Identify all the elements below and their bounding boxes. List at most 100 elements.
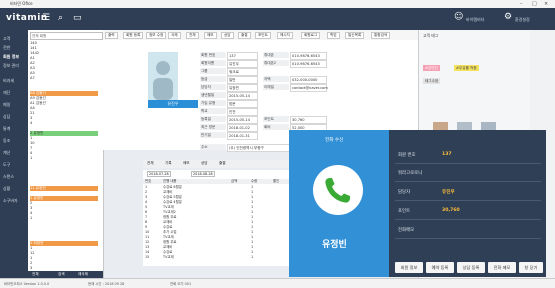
nav-item[interactable]: 스탠스 [3, 174, 14, 180]
monitor-icon[interactable]: ▭ [73, 14, 82, 23]
tag-chip[interactable]: #우유를 먹음 [454, 65, 479, 71]
field-value[interactable]: 일반 [227, 76, 258, 84]
tab-attendance[interactable]: 출결 [219, 161, 226, 166]
date-to-input[interactable]: 2018-08-28 [191, 171, 215, 177]
column-header: 진행 내용 [163, 179, 177, 183]
toolbar-button-send-list[interactable]: 발신목록 [345, 32, 365, 39]
list-item[interactable]: 4 [30, 121, 98, 126]
nav-item[interactable]: 동조 [3, 138, 10, 144]
status-calls: 전화 오기 001 [170, 282, 192, 286]
consult-register-button[interactable]: 상담 등록 [457, 262, 485, 273]
nav-item[interactable]: 상담 [3, 114, 10, 120]
toolbar-button-log[interactable]: 회원로그 [301, 32, 321, 39]
list-footer: 전체 검색 재삭제 [28, 271, 103, 278]
tab-memo[interactable]: 메모 [183, 161, 190, 166]
nav-item[interactable]: 메일 [3, 102, 10, 108]
contact-label: 회비 [263, 124, 289, 130]
column-header: 금액 [231, 179, 238, 183]
contact-value[interactable]: 010-9876-6543 [290, 52, 327, 60]
nav-item[interactable]: 전반 [3, 45, 10, 51]
nav-item[interactable]: 도구 [3, 162, 10, 168]
reservation-button[interactable]: 예약 등록 [426, 262, 454, 273]
toolbar-button-memo[interactable]: 메모 [204, 32, 217, 39]
nav-item[interactable]: 고객 [3, 36, 10, 42]
minimize-icon[interactable]: – [520, 1, 523, 7]
list-item[interactable]: 11 유정빈 [30, 186, 98, 191]
field-label: 회원이름 [200, 60, 226, 66]
field-value[interactable]: 유정빈 [227, 84, 258, 92]
field-label: 학교 [200, 108, 226, 114]
field-value[interactable]: 2018-01-02 [227, 124, 258, 132]
address-field[interactable]: (우) 인천광역시 부평구 [227, 144, 290, 152]
search-icon[interactable]: ⌕ [58, 14, 63, 23]
nav-item[interactable]: 소구바자 [3, 198, 18, 204]
settings-icon[interactable]: ⚙ [504, 13, 512, 22]
nav-item-member[interactable]: 회원 정보 [3, 54, 19, 60]
tab-record[interactable]: 기록 [165, 161, 172, 166]
list-footer-delete[interactable]: 재삭제 [78, 272, 88, 277]
table-row[interactable]: 15 TV교재 1 [143, 255, 293, 260]
toolbar-button-print[interactable]: 출력 [105, 32, 118, 39]
member-info-button[interactable]: 회원 정보 [395, 262, 423, 273]
history-tabs: 전체 기록 메모 상담 출결 [143, 160, 293, 168]
toolbar-button-delete[interactable]: 삭제 [168, 32, 181, 39]
list-footer-search[interactable]: 검색 [58, 272, 65, 277]
field-value[interactable]: 2015-05-14 [227, 92, 258, 100]
settings-label[interactable]: 환경설정 [515, 17, 530, 23]
tab-consult[interactable]: 상담 [201, 161, 208, 166]
user-name[interactable]: 바이템비타 [466, 17, 484, 23]
contact-label: 자택 [263, 76, 289, 82]
close-icon[interactable]: × [544, 1, 548, 7]
popup-title: 전화 수신 [325, 138, 344, 143]
field-value[interactable]: 2018-01-31 [227, 132, 258, 140]
toolbar-button-edit[interactable]: 정보 수정 [146, 32, 167, 39]
column-header: 번호 [145, 179, 152, 183]
user-icon[interactable]: ☺ [454, 13, 463, 22]
field-value[interactable]: 방문 [227, 100, 258, 108]
nav-item[interactable]: 통계 [3, 126, 10, 132]
window-title: 비타민 Ofice [10, 1, 33, 6]
field-label: 주소 [200, 144, 226, 150]
caller-name: 유정빈 [322, 240, 347, 250]
maximize-icon[interactable]: □ [532, 1, 537, 7]
contact-value[interactable]: 30,760 [290, 116, 327, 124]
toolbar-button-all[interactable]: 전체 [186, 32, 199, 39]
call-circle[interactable] [313, 165, 363, 215]
tag-chip[interactable]: #김민선 [423, 65, 440, 71]
toolbar-button-attendance[interactable]: 출결 [238, 32, 251, 39]
field-value[interactable]: 유진우 [227, 60, 258, 68]
history-table: 2018-07-28 2018-08-28 번호 진행 내용 금액 수량 할인 … [143, 170, 293, 266]
menu-icon[interactable]: ☰ [42, 14, 50, 23]
contact-value[interactable]: 032-000-0000 [290, 76, 327, 84]
field-value[interactable]: 인천 [227, 108, 258, 116]
toolbar-button-register[interactable]: 회원 등록 [123, 32, 144, 39]
field-value[interactable]: 워크로 [227, 68, 258, 76]
list-item[interactable]: 1 [30, 216, 98, 221]
nav-item[interactable]: 계산 [3, 150, 10, 156]
nav-item[interactable]: 재단 [3, 90, 10, 96]
list-footer-all[interactable]: 전체 [32, 272, 39, 277]
tab-all[interactable]: 전체 [147, 161, 154, 166]
avatar-icon [153, 61, 173, 100]
left-nav: 고객 전반 회원 정보 정보 관리 비과세 재단 메일 상담 통계 동조 계산 … [0, 30, 28, 278]
toolbar-button-message[interactable]: 메시지 [277, 32, 293, 39]
list-item[interactable]: 1 [30, 156, 98, 161]
field-label: 최근 방문 [200, 124, 226, 130]
field-value[interactable]: 2015-05-14 [227, 116, 258, 124]
nav-item[interactable]: 비과세 [3, 78, 14, 84]
toolbar-button-point[interactable]: 포인트 [255, 32, 271, 39]
toolbar-button-search[interactable]: 통합검색 [371, 32, 391, 39]
close-popup-button[interactable]: 창 닫기 [519, 262, 543, 273]
call-memo-button[interactable]: 전화 메모 [488, 262, 516, 273]
list-item[interactable]: A7 [30, 76, 98, 81]
tag-edit-button[interactable]: 태그수정 [423, 78, 441, 84]
nav-item[interactable]: 상황 [3, 186, 10, 192]
toolbar-button-consult[interactable]: 상담 [221, 32, 234, 39]
email-field[interactable]: contact@naver.com [290, 84, 328, 92]
member-filter-select[interactable]: 전체 회원 [30, 32, 103, 40]
nav-item[interactable]: 정보 관리 [3, 63, 19, 69]
toolbar-button-study[interactable]: 학업 [327, 32, 340, 39]
contact-value[interactable]: 010-9876-6543 [290, 60, 327, 68]
date-from-input[interactable]: 2018-07-28 [147, 171, 171, 177]
field-value[interactable]: 137 [227, 52, 258, 60]
